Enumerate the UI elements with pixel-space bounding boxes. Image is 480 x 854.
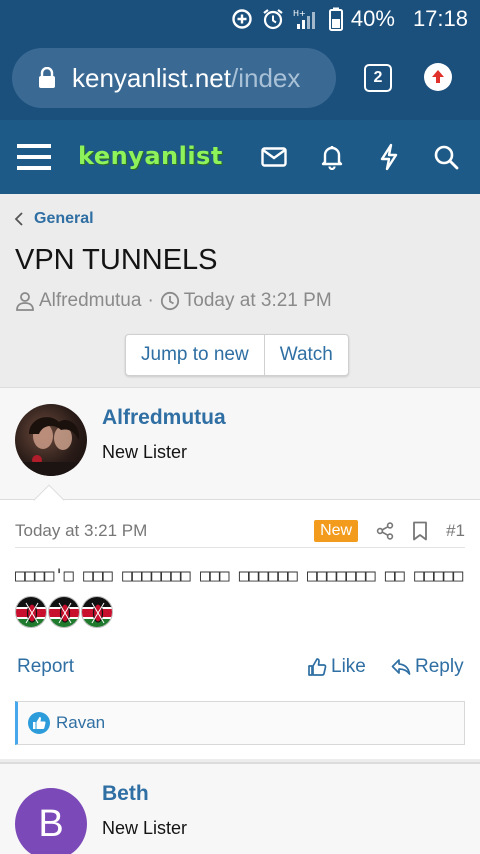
lock-icon bbox=[39, 67, 55, 88]
reply-label: Reply bbox=[415, 656, 464, 677]
chevron-left-icon bbox=[14, 212, 23, 226]
thread-button-group: Jump to new Watch bbox=[125, 334, 349, 376]
post-user-block: Alfredmutua New Lister bbox=[0, 388, 480, 500]
breadcrumb-label: General bbox=[34, 210, 94, 227]
reply-button[interactable]: Reply bbox=[391, 656, 464, 678]
report-link[interactable]: Report bbox=[17, 656, 74, 678]
post-user-block: B Beth New Lister bbox=[0, 763, 480, 854]
post-meta: Today at 3:21 PM New #1 bbox=[15, 514, 465, 548]
like-label: Like bbox=[331, 656, 366, 677]
battery-percent: 40% bbox=[350, 6, 395, 31]
tab-switcher-button[interactable]: 2 bbox=[364, 64, 392, 92]
thread-author[interactable]: Alfredmutua bbox=[39, 290, 141, 312]
post: B Beth New Lister bbox=[0, 762, 480, 854]
avatar[interactable]: B bbox=[15, 788, 87, 854]
post-body: □□□□'□ □□□ □□□□□□□ □□□ □□□□□□ □□□□□□□ □□… bbox=[15, 566, 463, 586]
user-icon bbox=[15, 291, 35, 311]
site-nav: kenyanlist bbox=[0, 120, 480, 194]
reactions-bar[interactable]: Ravan bbox=[15, 701, 465, 745]
share-icon[interactable] bbox=[376, 521, 394, 540]
kenya-flag-icon bbox=[81, 596, 113, 628]
status-bar: H+ 40% 17:18 bbox=[0, 0, 480, 38]
browser-toolbar: kenyanlist.net/index 2 bbox=[0, 38, 480, 120]
post-date[interactable]: Today at 3:21 PM bbox=[15, 521, 314, 541]
thread-meta: Alfredmutua · Today at 3:21 PM bbox=[15, 290, 332, 312]
menu-icon[interactable] bbox=[14, 120, 54, 194]
meta-separator: · bbox=[147, 290, 154, 311]
new-badge: New bbox=[314, 519, 359, 542]
clock: 17:18 bbox=[412, 6, 468, 31]
like-reaction-icon bbox=[28, 712, 50, 734]
post-username[interactable]: Alfredmutua bbox=[102, 406, 226, 430]
reaction-user[interactable]: Ravan bbox=[56, 713, 105, 733]
post-number[interactable]: #1 bbox=[446, 521, 465, 541]
user-title: New Lister bbox=[102, 442, 188, 462]
like-button[interactable]: Like bbox=[307, 656, 366, 678]
avatar[interactable] bbox=[15, 404, 87, 476]
kenya-flag-icon bbox=[48, 596, 80, 628]
bookmark-icon[interactable] bbox=[412, 521, 428, 541]
thumbs-up-icon bbox=[308, 658, 327, 676]
alarm-icon bbox=[261, 7, 285, 31]
data-saver-icon bbox=[231, 8, 253, 30]
post-actions: Report Like Reply bbox=[0, 654, 480, 684]
clock-icon bbox=[160, 291, 180, 311]
address-bar[interactable]: kenyanlist.net/index bbox=[12, 48, 336, 108]
url-host: kenyanlist.net bbox=[72, 62, 231, 93]
post: Alfredmutua New Lister Today at 3:21 PM … bbox=[0, 387, 480, 759]
kenya-flag-icon bbox=[15, 596, 47, 628]
reply-icon bbox=[391, 659, 411, 675]
thread-header: General VPN TUNNELS Alfredmutua · Today … bbox=[0, 194, 480, 386]
jump-to-new-button[interactable]: Jump to new bbox=[126, 335, 264, 375]
thread-date[interactable]: Today at 3:21 PM bbox=[184, 290, 332, 312]
inbox-icon[interactable] bbox=[258, 120, 290, 194]
whats-new-icon[interactable] bbox=[374, 120, 404, 194]
update-icon[interactable] bbox=[424, 63, 452, 91]
watch-button[interactable]: Watch bbox=[263, 335, 348, 375]
url-path: /index bbox=[230, 62, 301, 93]
breadcrumb[interactable]: General bbox=[14, 210, 94, 228]
page-title: VPN TUNNELS bbox=[15, 244, 218, 276]
search-icon[interactable] bbox=[430, 120, 462, 194]
site-logo[interactable]: kenyanlist bbox=[78, 142, 223, 170]
post-username[interactable]: Beth bbox=[102, 782, 149, 806]
signal-icon: H+ bbox=[293, 8, 321, 30]
kenya-flag-emojis bbox=[15, 596, 114, 628]
bell-icon[interactable] bbox=[316, 120, 348, 194]
user-title: New Lister bbox=[102, 818, 188, 838]
battery-icon bbox=[328, 7, 343, 31]
svg-text:H+: H+ bbox=[293, 9, 306, 18]
